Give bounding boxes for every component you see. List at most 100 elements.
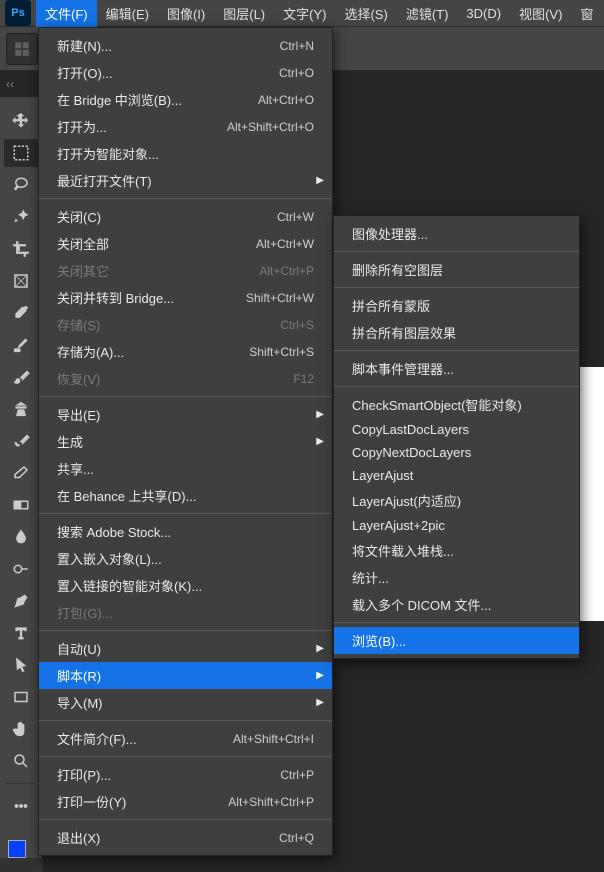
menu-item-label: 拼合所有图层效果 (352, 323, 456, 342)
menu-edit[interactable]: 编辑(E) (97, 0, 158, 27)
menu-item-label: 脚本(R) (57, 666, 101, 685)
menu-item-label: 脚本事件管理器... (352, 359, 454, 378)
file-menu-item[interactable]: 新建(N)...Ctrl+N (39, 32, 332, 59)
blur-tool[interactable] (4, 523, 38, 551)
scripts-menu-item[interactable]: 浏览(B)... (334, 627, 579, 654)
menu-item-label: 打印一份(Y) (57, 792, 126, 811)
menu-item-label: 置入嵌入对象(L)... (57, 549, 162, 568)
menu-item-label: 生成 (57, 432, 83, 451)
file-menu-item[interactable]: 自动(U)▶ (39, 635, 332, 662)
text-tool[interactable] (4, 619, 38, 647)
menu-item-shortcut: Shift+Ctrl+S (249, 345, 314, 359)
scripts-menu-item[interactable]: 删除所有空图层 (334, 256, 579, 283)
menu-layer[interactable]: 图层(L) (214, 0, 274, 27)
foreground-color[interactable] (8, 840, 26, 858)
foreground-background-colors[interactable] (8, 832, 34, 858)
tools-separator (6, 783, 36, 784)
menu-item-label: 拼合所有蒙版 (352, 296, 430, 315)
history-brush-tool[interactable] (4, 427, 38, 455)
marquee-tool[interactable] (4, 139, 38, 167)
submenu-arrow-icon: ▶ (316, 670, 324, 681)
file-menu-item[interactable]: 存储为(A)...Shift+Ctrl+S (39, 338, 332, 365)
menu-image[interactable]: 图像(I) (158, 0, 214, 27)
menu-item-label: 删除所有空图层 (352, 260, 443, 279)
scripts-menu-item[interactable]: CopyLastDocLayers (334, 418, 579, 441)
zoom-tool[interactable] (4, 747, 38, 775)
eyedropper-tool[interactable] (4, 299, 38, 327)
menu-item-label: 搜索 Adobe Stock... (57, 522, 171, 541)
menu-view[interactable]: 视图(V) (510, 0, 571, 27)
file-menu-separator (39, 396, 332, 397)
menu-item-label: CopyNextDocLayers (352, 445, 471, 460)
scripts-menu-item[interactable]: 将文件载入堆栈... (334, 537, 579, 564)
file-menu-item[interactable]: 生成 ▶ (39, 428, 332, 455)
menu-item-label: 存储(S) (57, 315, 100, 334)
file-menu-item[interactable]: 打开(O)...Ctrl+O (39, 59, 332, 86)
menu-select[interactable]: 选择(S) (335, 0, 396, 27)
edit-toolbar-icon[interactable] (4, 792, 38, 820)
gradient-tool[interactable] (4, 491, 38, 519)
rectangle-tool[interactable] (4, 683, 38, 711)
crop-tool[interactable] (4, 235, 38, 263)
clone-stamp-tool[interactable] (4, 395, 38, 423)
file-menu-item[interactable]: 打开为...Alt+Shift+Ctrl+O (39, 113, 332, 140)
file-menu-separator (39, 819, 332, 820)
menu-item-label: 打包(G)... (57, 603, 113, 622)
menubar: Ps 文件(F) 编辑(E) 图像(I) 图层(L) 文字(Y) 选择(S) 滤… (0, 0, 604, 27)
file-menu-item[interactable]: 搜索 Adobe Stock... (39, 518, 332, 545)
file-menu-item[interactable]: 在 Behance 上共享(D)... (39, 482, 332, 509)
menu-item-label: 关闭全部 (57, 234, 109, 253)
menu-window[interactable]: 窗 (571, 0, 602, 27)
file-menu-item[interactable]: 在 Bridge 中浏览(B)...Alt+Ctrl+O (39, 86, 332, 113)
file-menu-item[interactable]: 导出(E)▶ (39, 401, 332, 428)
lasso-tool[interactable] (4, 171, 38, 199)
file-menu-item[interactable]: 文件简介(F)...Alt+Shift+Ctrl+I (39, 725, 332, 752)
menu-file[interactable]: 文件(F) (36, 0, 97, 27)
hand-tool[interactable] (4, 715, 38, 743)
move-tool[interactable] (4, 107, 38, 135)
file-menu-dropdown: 新建(N)...Ctrl+N打开(O)...Ctrl+O在 Bridge 中浏览… (38, 27, 333, 856)
submenu-arrow-icon: ▶ (316, 436, 324, 447)
file-menu-item[interactable]: 打开为智能对象... (39, 140, 332, 167)
file-menu-item[interactable]: 最近打开文件(T)▶ (39, 167, 332, 194)
brush-tool[interactable] (4, 363, 38, 391)
file-menu-item[interactable]: 关闭全部Alt+Ctrl+W (39, 230, 332, 257)
file-menu-item[interactable]: 关闭(C)Ctrl+W (39, 203, 332, 230)
file-menu-item[interactable]: 退出(X)Ctrl+Q (39, 824, 332, 851)
menu-item-shortcut: Shift+Ctrl+W (246, 291, 314, 305)
scripts-menu-item[interactable]: LayerAjust (334, 464, 579, 487)
file-menu-item[interactable]: 置入链接的智能对象(K)... (39, 572, 332, 599)
file-menu-item[interactable]: 关闭并转到 Bridge...Shift+Ctrl+W (39, 284, 332, 311)
scripts-menu-item[interactable]: 图像处理器... (334, 220, 579, 247)
scripts-menu-item[interactable]: 统计... (334, 564, 579, 591)
file-menu-item[interactable]: 置入嵌入对象(L)... (39, 545, 332, 572)
scripts-menu-item[interactable]: 拼合所有蒙版 (334, 292, 579, 319)
magic-wand-tool[interactable] (4, 203, 38, 231)
menu-filter[interactable]: 滤镜(T) (397, 0, 458, 27)
file-menu-item[interactable]: 脚本(R) ▶ (39, 662, 332, 689)
scripts-menu-item[interactable]: LayerAjust+2pic (334, 514, 579, 537)
menu-3d[interactable]: 3D(D) (457, 2, 510, 25)
file-menu-item[interactable]: 共享... (39, 455, 332, 482)
scripts-menu-item[interactable]: CheckSmartObject(智能对象) (334, 391, 579, 418)
pen-tool[interactable] (4, 587, 38, 615)
healing-brush-tool[interactable] (4, 331, 38, 359)
scripts-menu-item[interactable]: 载入多个 DICOM 文件... (334, 591, 579, 618)
file-menu-item[interactable]: 打印(P)...Ctrl+P (39, 761, 332, 788)
scripts-menu-item[interactable]: 脚本事件管理器... (334, 355, 579, 382)
file-menu-item[interactable]: 导入(M)▶ (39, 689, 332, 716)
path-select-tool[interactable] (4, 651, 38, 679)
menu-item-shortcut: Alt+Ctrl+O (258, 93, 314, 107)
menu-item-shortcut: F12 (293, 372, 314, 386)
scripts-menu-item[interactable]: LayerAjust(内适应) (334, 487, 579, 514)
scripts-menu-item[interactable]: 拼合所有图层效果 (334, 319, 579, 346)
frame-tool[interactable] (4, 267, 38, 295)
tool-preset-picker[interactable] (6, 33, 38, 65)
document-canvas[interactable] (576, 367, 604, 621)
eraser-tool[interactable] (4, 459, 38, 487)
file-menu-item[interactable]: 打印一份(Y)Alt+Shift+Ctrl+P (39, 788, 332, 815)
dodge-tool[interactable] (4, 555, 38, 583)
tab-arrows-icon: ‹‹ (6, 77, 14, 91)
menu-text[interactable]: 文字(Y) (274, 0, 335, 27)
scripts-menu-item[interactable]: CopyNextDocLayers (334, 441, 579, 464)
